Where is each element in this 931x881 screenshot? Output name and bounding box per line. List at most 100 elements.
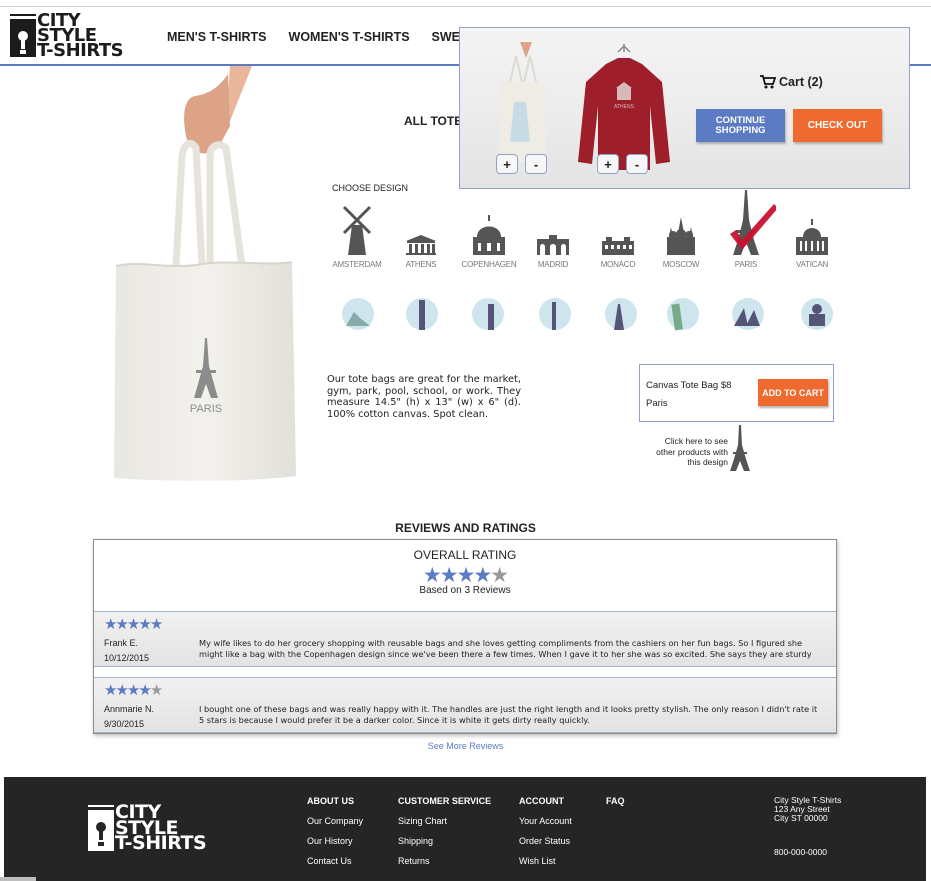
header-logo[interactable]: CITY STYLE T-SHIRTS: [10, 12, 124, 61]
storefront-icon: [10, 14, 36, 57]
design-label: MADRID: [537, 260, 569, 269]
design-madrid[interactable]: MADRID: [523, 203, 583, 269]
design-label: AMSTERDAM: [332, 260, 382, 269]
scrollbar-corner: [0, 877, 36, 881]
mini-design-bridge-icon[interactable]: [470, 296, 506, 332]
palace-icon: [602, 237, 634, 255]
footer-link-returns[interactable]: Returns: [398, 856, 491, 866]
review-text: I bought one of these bags and was reall…: [199, 704, 818, 725]
cart-popup: + - ATHENS + - Cart (2) CONTINUE SHOPPIN…: [459, 27, 910, 189]
design-athens[interactable]: ATHENS: [391, 203, 451, 269]
continue-label-line-1: CONTINUE: [715, 114, 766, 126]
nav-womens-tshirts[interactable]: WOMEN'S T-SHIRTS: [289, 30, 410, 44]
design-moscow[interactable]: MOSCOW: [651, 203, 711, 269]
design-label: MOSCOW: [662, 260, 700, 269]
star-icon: ★: [456, 564, 476, 587]
design-label: VATICAN: [795, 260, 829, 269]
footer-service-heading[interactable]: CUSTOMER SERVICE: [398, 796, 491, 806]
design-copenhagen[interactable]: COPENHAGEN: [459, 203, 519, 269]
star-icon: ★: [138, 616, 152, 633]
footer-logo[interactable]: CITY STYLE T-SHIRTS: [88, 803, 207, 852]
footer: CITY STYLE T-SHIRTS ABOUT US Our Company…: [4, 777, 926, 881]
continue-label-line-2: SHOPPING: [715, 124, 766, 136]
tote-bag-image: PARIS: [114, 66, 296, 481]
reviews-heading: REVIEWS AND RATINGS: [395, 521, 536, 535]
star-empty-icon: ★: [490, 564, 509, 587]
overall-rating-stars: ★★★★★: [94, 564, 836, 587]
footer-about-heading[interactable]: ABOUT US: [307, 796, 363, 806]
mini-design-buddha-icon[interactable]: [799, 296, 835, 332]
product-title-price: Canvas Tote Bag $8: [646, 380, 732, 391]
top-divider: [0, 6, 931, 7]
footer-link-order-status[interactable]: Order Status: [519, 836, 572, 846]
eiffel-tower-icon: [730, 190, 778, 255]
footer-link-shipping[interactable]: Shipping: [398, 836, 491, 846]
tote-qty-plus-button[interactable]: +: [496, 154, 518, 174]
gate-icon: [537, 235, 569, 255]
review-item: ★★★★★ Frank E. 10/12/2015 My wife likes …: [94, 611, 836, 667]
dome-building-icon: [473, 215, 505, 255]
footer-link-sizing-chart[interactable]: Sizing Chart: [398, 816, 491, 826]
sweatshirt-qty-minus-button[interactable]: -: [626, 154, 648, 174]
design-monaco[interactable]: MONACO: [588, 203, 648, 269]
eiffel-tower-link-icon[interactable]: [728, 425, 752, 471]
related-products-link[interactable]: Click here to see other products with th…: [652, 436, 728, 468]
design-label: COPENHAGEN: [461, 260, 517, 269]
footer-link-wish-list[interactable]: Wish List: [519, 856, 572, 866]
cart-summary[interactable]: Cart (2): [760, 75, 823, 89]
storefront-icon: [88, 805, 114, 851]
review-date: 10/12/2015: [104, 653, 150, 663]
design-paris-selected[interactable]: PARIS: [716, 190, 778, 269]
footer-account-column: ACCOUNT Your Account Order Status Wish L…: [519, 796, 572, 876]
footer-address: City Style T-Shirts 123 Any Street City …: [774, 796, 841, 823]
review-text: My wife likes to do her grocery shopping…: [199, 638, 812, 659]
address-line: City ST 00000: [774, 813, 828, 823]
checkout-button[interactable]: CHECK OUT: [793, 109, 882, 142]
star-icon: ★: [126, 616, 141, 633]
footer-link-our-company[interactable]: Our Company: [307, 816, 363, 826]
star-empty-icon: ★: [149, 682, 164, 699]
reviews-panel: OVERALL RATING ★★★★★ Based on 3 Reviews …: [93, 539, 837, 734]
mini-design-eiffel-icon[interactable]: [603, 296, 639, 332]
sweatshirt-thumbnail: ATHENS: [578, 44, 670, 170]
star-icon: ★: [104, 682, 118, 699]
design-vatican[interactable]: VATICAN: [782, 203, 842, 269]
product-description: Our tote bags are great for the market, …: [327, 374, 521, 420]
add-to-cart-button[interactable]: ADD TO CART: [758, 379, 828, 406]
review-count: Based on 3 Reviews: [419, 585, 511, 596]
choose-design-label: CHOOSE DESIGN: [332, 183, 409, 193]
footer-link-contact-us[interactable]: Contact Us: [307, 856, 363, 866]
review-stars: ★★★★★: [104, 616, 163, 633]
nav-mens-tshirts[interactable]: MEN'S T-SHIRTS: [167, 30, 267, 44]
purchase-box: Canvas Tote Bag $8 Paris ADD TO CART: [639, 364, 834, 422]
continue-shopping-button[interactable]: CONTINUE SHOPPING: [696, 109, 785, 142]
brand-line-3: T-SHIRTS: [37, 39, 124, 61]
star-icon: ★: [115, 616, 129, 633]
star-icon: ★: [439, 564, 459, 587]
review-date: 9/30/2015: [104, 719, 145, 729]
footer-faq-column: FAQ: [606, 796, 625, 816]
footer-account-heading[interactable]: ACCOUNT: [519, 796, 572, 806]
see-more-reviews-link[interactable]: See More Reviews: [0, 741, 931, 751]
mini-design-big-ben-icon[interactable]: [404, 296, 440, 332]
design-label: MONACO: [600, 260, 636, 269]
star-icon: ★: [104, 616, 118, 633]
tote-qty-minus-button[interactable]: -: [525, 154, 547, 174]
footer-link-our-history[interactable]: Our History: [307, 836, 363, 846]
product-design-name: Paris: [646, 398, 668, 409]
cart-icon: [760, 75, 776, 89]
tote-bag-thumbnail: [500, 42, 546, 162]
mini-design-liberty-icon[interactable]: [537, 296, 573, 332]
design-amsterdam[interactable]: AMSTERDAM: [327, 203, 387, 269]
star-icon: ★: [422, 564, 442, 587]
mini-design-pisa-icon[interactable]: [665, 296, 701, 332]
mini-design-sydney-icon[interactable]: [730, 296, 766, 332]
reviewer-name: Frank E.: [104, 638, 139, 648]
sweatshirt-qty-plus-button[interactable]: +: [597, 154, 619, 174]
sweatshirt-print-label: ATHENS: [614, 104, 635, 110]
basilica-icon: [796, 219, 828, 255]
footer-faq-link[interactable]: FAQ: [606, 796, 625, 806]
mini-design-paris-1-icon[interactable]: [340, 296, 376, 332]
footer-link-your-account[interactable]: Your Account: [519, 816, 572, 826]
main-nav: MEN'S T-SHIRTS WOMEN'S T-SHIRTS SWEATSHI: [167, 30, 497, 44]
